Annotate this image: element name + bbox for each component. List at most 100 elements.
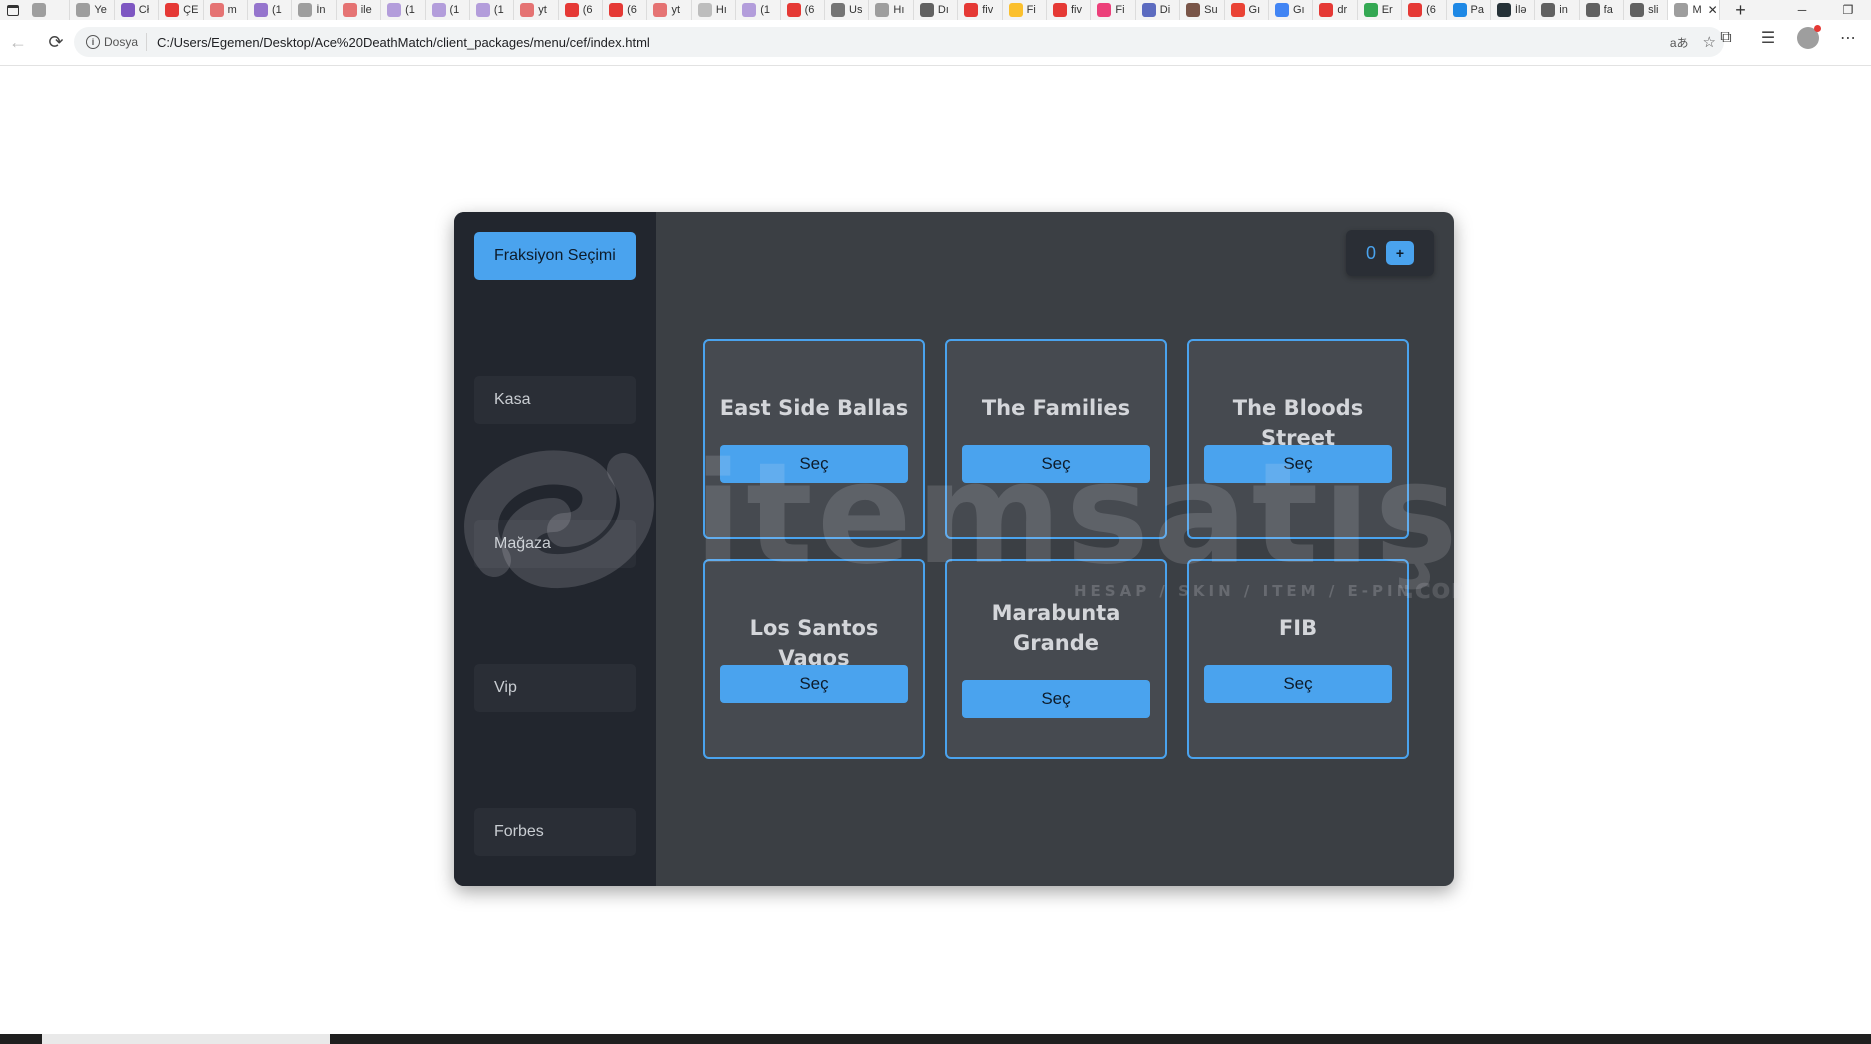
browser-tab[interactable]: yt	[514, 0, 559, 20]
window-controls: ─ ❐	[1779, 0, 1871, 20]
browser-tab[interactable]: Su	[1180, 0, 1225, 20]
tab-label: ile	[360, 4, 372, 16]
browser-tab-active[interactable]: M ✕	[1668, 0, 1721, 20]
restore-icon[interactable]: ❐	[1825, 0, 1871, 20]
select-faction-button[interactable]: Seç	[720, 445, 908, 483]
select-faction-button[interactable]: Seç	[1204, 665, 1392, 703]
os-taskbar	[0, 1034, 1871, 1044]
address-bar-actions: aあ ☆	[1670, 27, 1716, 57]
browser-tab[interactable]: (6	[781, 0, 826, 20]
browser-tab[interactable]: ÇE	[159, 0, 204, 20]
browser-tab[interactable]: Ye	[70, 0, 115, 20]
browser-tab[interactable]: m	[204, 0, 248, 20]
tab-label: (6	[582, 4, 593, 16]
tab-favicon-icon	[342, 3, 357, 17]
browser-tab[interactable]: Fi	[1003, 0, 1047, 20]
tab-favicon-icon	[1052, 3, 1067, 17]
new-tab-button[interactable]: +	[1720, 0, 1760, 20]
sidebar-item-magaza[interactable]: Mağaza	[474, 520, 636, 568]
toolbar-actions: ⧉ ☰ ⋯	[1713, 25, 1861, 51]
browser-tab[interactable]: fiv	[958, 0, 1003, 20]
browser-tab-strip: Ye Cł ÇE m (1 İn ile (1 (1 (1 yt (6 (6 yt Hı (1 (6 Us Hı Dı…	[0, 0, 1871, 20]
browser-tab[interactable]: in	[1535, 0, 1580, 20]
back-icon[interactable]: ←	[0, 25, 36, 61]
tab-favicon-icon	[875, 3, 890, 17]
minimize-icon[interactable]: ─	[1779, 0, 1825, 20]
browser-tab[interactable]: fa	[1580, 0, 1625, 20]
browser-tab[interactable]: yt	[647, 0, 692, 20]
browser-tab[interactable]: sli	[1624, 0, 1669, 20]
read-aloud-icon[interactable]: aあ	[1670, 34, 1689, 51]
more-options-icon[interactable]: ⋯	[1835, 25, 1861, 51]
tab-label: (1	[493, 4, 504, 16]
browser-tab[interactable]: (1	[736, 0, 781, 20]
browser-tab[interactable]: Er	[1358, 0, 1403, 20]
tab-favicon-icon	[609, 3, 624, 17]
browser-tab[interactable]: Pa	[1447, 0, 1491, 20]
tab-favicon-icon	[831, 3, 846, 17]
select-faction-button[interactable]: Seç	[720, 665, 908, 703]
sidebar-item-faction-select[interactable]: Fraksiyon Seçimi	[474, 232, 636, 280]
tab-label: İn	[316, 4, 326, 16]
tab-favicon-icon	[387, 3, 402, 17]
extensions-icon[interactable]: ⧉	[1713, 25, 1739, 51]
tab-favicon-icon	[32, 3, 46, 17]
browser-tab[interactable]: İn	[292, 0, 337, 20]
select-faction-button[interactable]: Seç	[962, 445, 1150, 483]
url-text[interactable]: C:/Users/Egemen/Desktop/Ace%20DeathMatch…	[157, 35, 650, 50]
browser-tab[interactable]: Gı	[1225, 0, 1269, 20]
faction-menu-panel: Fraksiyon Seçimi Kasa Mağaza Vip Forbes …	[454, 212, 1454, 886]
sidebar-item-forbes[interactable]: Forbes	[474, 808, 636, 856]
browser-tab[interactable]: Us	[825, 0, 870, 20]
browser-tab[interactable]: ile	[337, 0, 382, 20]
site-info-label: Dosya	[104, 35, 139, 49]
select-faction-button[interactable]: Seç	[1204, 445, 1392, 483]
browser-tab[interactable]: (6	[559, 0, 604, 20]
site-info-button[interactable]: i Dosya	[82, 33, 148, 51]
browser-tab[interactable]: Gı	[1269, 0, 1314, 20]
add-balance-button[interactable]: +	[1386, 241, 1414, 265]
browser-tab[interactable]: Fi	[1091, 0, 1136, 20]
tab-label: İlə	[1514, 4, 1527, 16]
tab-label: Pa	[1470, 4, 1484, 16]
browser-tab[interactable]: Hı	[692, 0, 737, 20]
address-bar[interactable]: i Dosya C:/Users/Egemen/Desktop/Ace%20De…	[74, 27, 1724, 57]
faction-name: The Families	[981, 396, 1131, 420]
tab-favicon-icon	[964, 3, 979, 17]
select-faction-button[interactable]: Seç	[962, 680, 1150, 718]
reload-icon[interactable]: ⟳	[38, 25, 74, 61]
faction-name: East Side Ballas	[719, 396, 909, 420]
browser-tab[interactable]: (6	[1402, 0, 1447, 20]
tab-favicon-icon	[1008, 3, 1023, 17]
tab-label: m	[227, 4, 237, 16]
browser-tab[interactable]: (1	[381, 0, 426, 20]
browser-tab[interactable]: (1	[470, 0, 515, 20]
tab-label: Fi	[1026, 4, 1036, 16]
favorites-icon[interactable]: ☰	[1755, 25, 1781, 51]
browser-tab[interactable]: Dı	[914, 0, 959, 20]
browser-tab[interactable]: (1	[426, 0, 470, 20]
tab-label: sli	[1648, 4, 1659, 16]
browser-tab[interactable]	[26, 0, 71, 20]
browser-tab[interactable]: Hı	[869, 0, 914, 20]
profile-avatar[interactable]	[1797, 25, 1821, 49]
browser-tab[interactable]: İlə	[1491, 0, 1536, 20]
tab-favicon-icon	[431, 3, 446, 17]
window-menu-icon[interactable]	[0, 0, 26, 20]
tab-favicon-icon	[1585, 3, 1600, 17]
tab-close-icon[interactable]: ✕	[1708, 3, 1718, 17]
sidebar-item-vip[interactable]: Vip	[474, 664, 636, 712]
tab-favicon-icon	[1674, 3, 1689, 17]
faction-card-the-families: The Families Seç	[945, 339, 1167, 539]
browser-tab[interactable]: (1	[248, 0, 293, 20]
browser-tab[interactable]: dr	[1313, 0, 1358, 20]
tab-favicon-icon	[520, 3, 535, 17]
browser-tab[interactable]: Di	[1136, 0, 1181, 20]
tab-favicon-icon	[1097, 3, 1112, 17]
browser-tab[interactable]: fiv	[1047, 0, 1092, 20]
browser-tab[interactable]: Cł	[115, 0, 160, 20]
tab-favicon-icon	[1541, 3, 1556, 17]
browser-tab[interactable]: (6	[603, 0, 648, 20]
balance-widget: 0 +	[1346, 230, 1434, 276]
sidebar-item-kasa[interactable]: Kasa	[474, 376, 636, 424]
